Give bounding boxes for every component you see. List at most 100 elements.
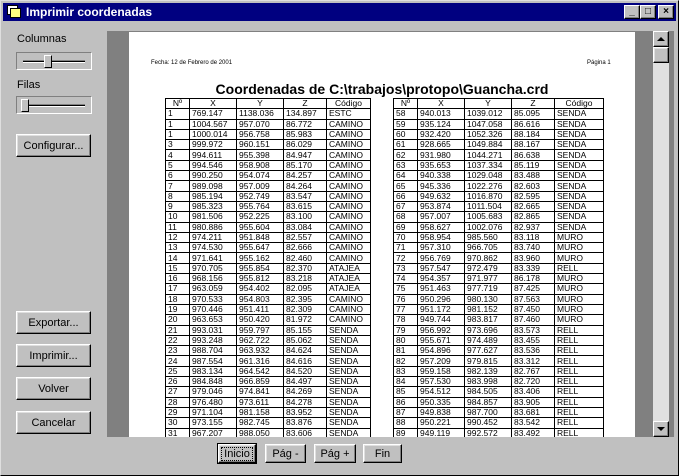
table-cell: 955.671 xyxy=(417,334,465,347)
table-header-cell: Código xyxy=(326,97,371,110)
table-cell: SENDA xyxy=(326,355,371,367)
table-cell: 952.749 xyxy=(236,190,284,202)
table-cell: 85.119 xyxy=(511,159,555,172)
imprimir-button[interactable]: Imprimir... xyxy=(16,344,91,367)
inicio-button[interactable]: Inicio xyxy=(217,443,257,464)
table-cell: 1029.048 xyxy=(464,170,512,182)
next-page-button[interactable]: Pág + xyxy=(314,444,356,463)
fin-button[interactable]: Fin xyxy=(363,444,402,463)
table-cell: 82.095 xyxy=(283,283,327,295)
table-cell: 1005.683 xyxy=(464,211,512,223)
table-cell: MURO xyxy=(554,314,604,326)
table-cell: RELL xyxy=(554,324,604,336)
table-cell: 950.221 xyxy=(417,417,465,429)
maximize-button[interactable]: □ xyxy=(640,5,656,19)
table-cell: CAMINO xyxy=(326,242,371,254)
vertical-scrollbar[interactable] xyxy=(653,31,669,437)
table-row: 30 973.155 982.745 83.876 SENDA xyxy=(165,417,371,429)
table-cell: RELL xyxy=(554,262,604,275)
table-cell: 973.611 xyxy=(236,396,284,408)
table-cell: 84.497 xyxy=(283,376,327,388)
table-row: 80 955.671 974.489 83.455 RELL xyxy=(393,334,604,347)
table-row: 18 970.533 954.803 82.395 CAMINO xyxy=(165,293,371,305)
table-cell: 1016.870 xyxy=(464,190,512,202)
filas-slider[interactable] xyxy=(16,96,92,114)
table-cell: 79 xyxy=(393,324,418,336)
table-cell: 15 xyxy=(165,262,190,275)
table-cell: 83.312 xyxy=(511,355,555,367)
table-cell: 979.046 xyxy=(189,386,237,398)
table-cell: RELL xyxy=(554,417,604,429)
table-cell: 993.031 xyxy=(189,324,237,336)
minimize-button[interactable]: _ xyxy=(624,5,640,19)
scroll-up-button[interactable] xyxy=(653,31,669,47)
table-cell: SENDA xyxy=(326,334,371,347)
table-cell: 87.563 xyxy=(511,293,555,305)
table-cell: SENDA xyxy=(554,190,604,202)
table-cell: 999.972 xyxy=(189,139,237,151)
table-row: 67 953.874 1011.504 82.665 SENDA xyxy=(393,200,604,213)
table-row: 59 935.124 1047.058 86.616 SENDA xyxy=(393,118,604,130)
table-cell: RELL xyxy=(554,427,604,437)
table-cell: SENDA xyxy=(326,386,371,398)
table-cell: 82.595 xyxy=(511,190,555,202)
table-cell: SENDA xyxy=(554,180,604,192)
volver-button[interactable]: Volver xyxy=(16,377,91,400)
table-row: 78 949.744 983.817 87.460 MURO xyxy=(393,314,604,326)
table-row: 29 971.104 981.158 83.952 SENDA xyxy=(165,406,371,419)
table-cell: 84.947 xyxy=(283,149,327,161)
close-icon: × xyxy=(663,6,669,17)
table-cell: 1 xyxy=(165,128,190,141)
table-cell: 10 xyxy=(165,211,190,223)
table-cell: 62 xyxy=(393,149,418,161)
table-cell: 85.155 xyxy=(283,324,327,336)
table-cell: SENDA xyxy=(326,376,371,388)
table-cell: 22 xyxy=(165,334,190,347)
table-cell: 83.100 xyxy=(283,211,327,223)
table-cell: 977.627 xyxy=(464,345,512,357)
table-cell: ATAJEA xyxy=(326,262,371,275)
table-cell: 1049.884 xyxy=(464,139,512,151)
cancelar-button[interactable]: Cancelar xyxy=(16,411,91,434)
table-cell: 1000.014 xyxy=(189,128,237,141)
table-cell: 64 xyxy=(393,170,418,182)
table-cell: 87.450 xyxy=(511,303,555,316)
coordinates-table-right: Nº X Y Z Código 58 940.013 1039.012 85.095 SENDA 5… xyxy=(393,97,604,437)
scroll-thumb[interactable] xyxy=(653,47,669,63)
table-cell: 83.547 xyxy=(283,190,327,202)
table-cell: 86.638 xyxy=(511,149,555,161)
table-cell: 88 xyxy=(393,417,418,429)
table-cell: 83.218 xyxy=(283,273,327,285)
columnas-slider[interactable] xyxy=(16,52,92,70)
table-cell: 971.104 xyxy=(189,406,237,419)
configurar-button[interactable]: Configurar... xyxy=(16,134,91,157)
table-cell: 966.705 xyxy=(464,242,512,254)
slider-thumb[interactable] xyxy=(44,55,52,68)
table-row: 65 945.336 1022.276 82.603 SENDA xyxy=(393,180,604,192)
prev-page-button[interactable]: Pág - xyxy=(265,444,306,463)
table-cell: 953.874 xyxy=(417,200,465,213)
table-cell: 85.983 xyxy=(283,128,327,141)
close-button[interactable]: × xyxy=(658,5,674,19)
table-cell: 954.512 xyxy=(417,386,465,398)
table-cell: 77 xyxy=(393,303,418,316)
print-preview-area[interactable]: Fecha: 12 de Febrero de 2001 Página 1 Co… xyxy=(107,31,674,437)
table-cell: 83.542 xyxy=(511,417,555,429)
table-row: 82 957.209 979.815 83.312 RELL xyxy=(393,355,604,367)
title-bar[interactable]: Imprimir coordenadas _ □ × xyxy=(3,3,676,21)
slider-thumb[interactable] xyxy=(21,99,29,112)
table-cell: 955.604 xyxy=(236,221,284,233)
table-cell: CAMINO xyxy=(326,252,371,264)
table-cell: 86.178 xyxy=(511,273,555,285)
scroll-down-button[interactable] xyxy=(653,421,669,437)
table-cell: CAMINO xyxy=(326,159,371,172)
table-cell: 84.520 xyxy=(283,365,327,378)
table-cell: 134.897 xyxy=(283,108,327,120)
table-cell: 928.665 xyxy=(417,139,465,151)
table-cell: 1047.058 xyxy=(464,118,512,130)
table-row: 87 949.838 987.700 83.681 RELL xyxy=(393,406,604,419)
table-cell: 87.460 xyxy=(511,314,555,326)
table-row: 69 958.627 1002.076 82.937 SENDA xyxy=(393,221,604,233)
table-cell: 985.323 xyxy=(189,200,237,213)
exportar-button[interactable]: Exportar... xyxy=(16,311,91,334)
